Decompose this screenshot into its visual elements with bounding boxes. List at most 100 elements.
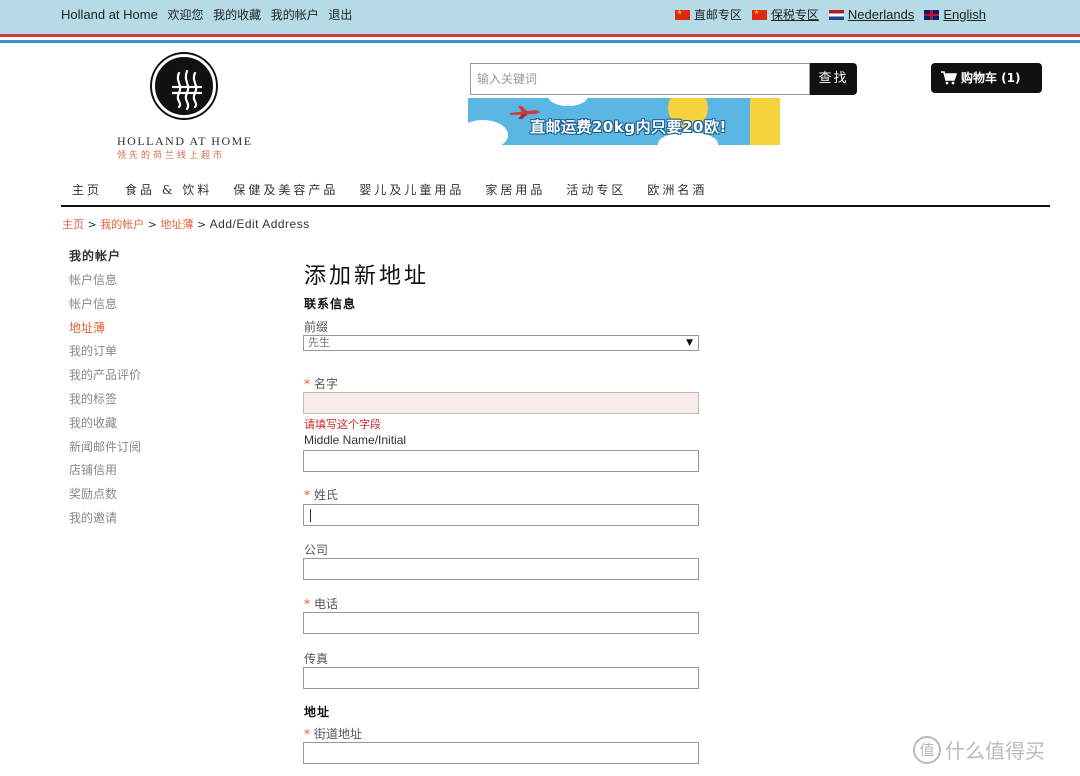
site-name: Holland at Home bbox=[61, 7, 158, 22]
middlename-label: Middle Name/Initial bbox=[304, 433, 406, 447]
sidebar-item-reward-points[interactable]: 奖励点数 bbox=[69, 485, 141, 509]
lastname-label: * 姓氏 bbox=[304, 486, 338, 503]
cart-label: 购物车 (1) bbox=[961, 71, 1021, 85]
required-mark: * bbox=[304, 488, 310, 502]
street-field[interactable] bbox=[303, 742, 699, 764]
phone-field[interactable] bbox=[303, 612, 699, 634]
required-mark: * bbox=[304, 727, 310, 741]
english-language-link[interactable]: English bbox=[924, 6, 986, 23]
flag-uk-icon bbox=[924, 9, 940, 20]
nav-baby-kids[interactable]: 婴儿及儿童用品 bbox=[359, 181, 464, 198]
sidebar-item-invitations[interactable]: 我的邀请 bbox=[69, 509, 141, 533]
nav-european-wines[interactable]: 欧洲名酒 bbox=[647, 181, 707, 198]
nav-home-goods[interactable]: 家居用品 bbox=[485, 181, 545, 198]
cart-icon bbox=[941, 71, 957, 85]
direct-mail-zone-link[interactable]: 直邮专区 bbox=[674, 6, 742, 23]
breadcrumb-current: Add/Edit Address bbox=[209, 217, 310, 231]
required-mark: * bbox=[304, 377, 310, 391]
cart-button[interactable]: 购物车 (1) bbox=[931, 63, 1042, 93]
lang-label: Nederlands bbox=[847, 7, 915, 22]
firstname-field[interactable] bbox=[303, 392, 699, 414]
phone-label: * 电话 bbox=[304, 595, 338, 612]
street-label: * 街道地址 bbox=[304, 725, 362, 742]
sidebar-item-wishlist[interactable]: 我的收藏 bbox=[69, 414, 141, 438]
logout-link[interactable]: 退出 bbox=[328, 8, 352, 22]
lang-label: English bbox=[943, 7, 986, 22]
blue-stripe bbox=[0, 40, 1080, 43]
lastname-label-text: 姓氏 bbox=[314, 488, 339, 502]
firstname-label-text: 名字 bbox=[314, 377, 339, 391]
required-mark: * bbox=[304, 597, 310, 611]
sidebar-item-address-book[interactable]: 地址薄 bbox=[69, 319, 141, 343]
brand-name: HOLLAND AT HOME bbox=[117, 134, 253, 148]
logo-icon[interactable] bbox=[152, 54, 216, 118]
breadcrumb: 主页 > 我的帐户 > 地址薄 > Add/Edit Address bbox=[62, 216, 310, 232]
breadcrumb-home[interactable]: 主页 bbox=[62, 218, 84, 231]
fax-label-text: 传真 bbox=[304, 652, 329, 666]
middlename-field[interactable] bbox=[303, 450, 699, 472]
search-input[interactable]: 输入关键词 bbox=[470, 63, 810, 95]
cloud-shape bbox=[548, 98, 588, 106]
fax-field[interactable] bbox=[303, 667, 699, 689]
breadcrumb-separator: > bbox=[147, 218, 157, 231]
banner-text: 直邮运费20kg内只要20欧! bbox=[530, 118, 727, 136]
watermark-badge: 值 bbox=[913, 735, 941, 764]
welcome-text: 欢迎您 bbox=[167, 8, 204, 22]
sidebar-item-newsletter[interactable]: 新闻邮件订阅 bbox=[69, 438, 141, 462]
dutch-language-link[interactable]: Nederlands bbox=[828, 6, 915, 23]
firstname-error-message: 请填写这个字段 bbox=[304, 418, 381, 431]
sidebar-item-orders[interactable]: 我的订单 bbox=[69, 342, 141, 366]
sidebar-item-reviews[interactable]: 我的产品评价 bbox=[69, 366, 141, 390]
company-label-text: 公司 bbox=[304, 543, 329, 557]
breadcrumb-address-book[interactable]: 地址薄 bbox=[160, 218, 193, 231]
brand-tagline: 领先的荷兰线上超市 bbox=[117, 151, 226, 161]
cloud-shape bbox=[468, 120, 508, 145]
search-button[interactable]: 查找 bbox=[810, 63, 857, 95]
nav-home[interactable]: 主页 bbox=[72, 181, 102, 198]
text-caret bbox=[310, 509, 311, 522]
top-links: Holland at Home 欢迎您 我的收藏 我的帐户 退出 bbox=[61, 6, 358, 23]
dropdown-arrow-icon: ▼ bbox=[686, 338, 693, 348]
main-nav: 主页 食品 & 饮料 保健及美容产品 婴儿及儿童用品 家居用品 活动专区 欧洲名… bbox=[72, 181, 707, 198]
street-label-text: 街道地址 bbox=[314, 727, 363, 741]
flag-cn-icon bbox=[674, 9, 690, 20]
lang-label: 保税专区 bbox=[770, 8, 819, 22]
account-sidebar: 我的帐户 帐户信息 帐户信息 地址薄 我的订单 我的产品评价 我的标签 我的收藏… bbox=[69, 247, 141, 533]
language-switcher: 直邮专区 保税专区 Nederlands English bbox=[674, 6, 986, 23]
watermark-text: 什么值得买 bbox=[945, 739, 1045, 763]
sidebar-item-account-dashboard[interactable]: 帐户信息 bbox=[69, 271, 141, 295]
lang-label: 直邮专区 bbox=[693, 8, 742, 22]
top-bar: Holland at Home 欢迎您 我的收藏 我的帐户 退出 直邮专区 保税… bbox=[0, 0, 1080, 34]
page-title: 添加新地址 bbox=[304, 264, 430, 289]
bonded-zone-link[interactable]: 保税专区 bbox=[751, 6, 819, 23]
prefix-label-text: 前缀 bbox=[304, 320, 329, 334]
nav-food-drinks[interactable]: 食品 & 饮料 bbox=[125, 181, 212, 198]
sidebar-item-account-info[interactable]: 帐户信息 bbox=[69, 295, 141, 319]
breadcrumb-separator: > bbox=[196, 218, 207, 231]
firstname-label: * 名字 bbox=[304, 375, 338, 392]
search-placeholder: 输入关键词 bbox=[477, 72, 538, 86]
flag-nl-icon bbox=[828, 9, 844, 20]
flag-cn-icon bbox=[751, 9, 767, 20]
company-label: 公司 bbox=[304, 541, 328, 558]
prefix-selected-value: 先生 bbox=[308, 336, 330, 349]
wishlist-link[interactable]: 我的收藏 bbox=[213, 8, 261, 22]
middlename-label-text: Middle Name/Initial bbox=[304, 433, 407, 447]
prefix-select[interactable]: 先生 ▼ bbox=[303, 335, 699, 351]
contact-section-title: 联系信息 bbox=[304, 297, 357, 311]
shipping-promo-banner[interactable]: 直邮运费20kg内只要20欧! bbox=[468, 98, 780, 145]
breadcrumb-account[interactable]: 我的帐户 bbox=[100, 218, 144, 231]
nav-health-beauty[interactable]: 保健及美容产品 bbox=[233, 181, 338, 198]
breadcrumb-separator: > bbox=[87, 218, 97, 231]
nav-promotions[interactable]: 活动专区 bbox=[566, 181, 626, 198]
fax-label: 传真 bbox=[304, 650, 328, 667]
lastname-field[interactable] bbox=[303, 504, 699, 526]
address-section-title: 地址 bbox=[304, 705, 331, 719]
watermark: 值 什么值得买 bbox=[913, 735, 1045, 764]
phone-label-text: 电话 bbox=[314, 597, 339, 611]
account-link[interactable]: 我的帐户 bbox=[271, 8, 319, 22]
sidebar-item-store-credit[interactable]: 店铺信用 bbox=[69, 461, 141, 485]
company-field[interactable] bbox=[303, 558, 699, 580]
sidebar-title: 我的帐户 bbox=[69, 249, 122, 263]
sidebar-item-tags[interactable]: 我的标签 bbox=[69, 390, 141, 414]
